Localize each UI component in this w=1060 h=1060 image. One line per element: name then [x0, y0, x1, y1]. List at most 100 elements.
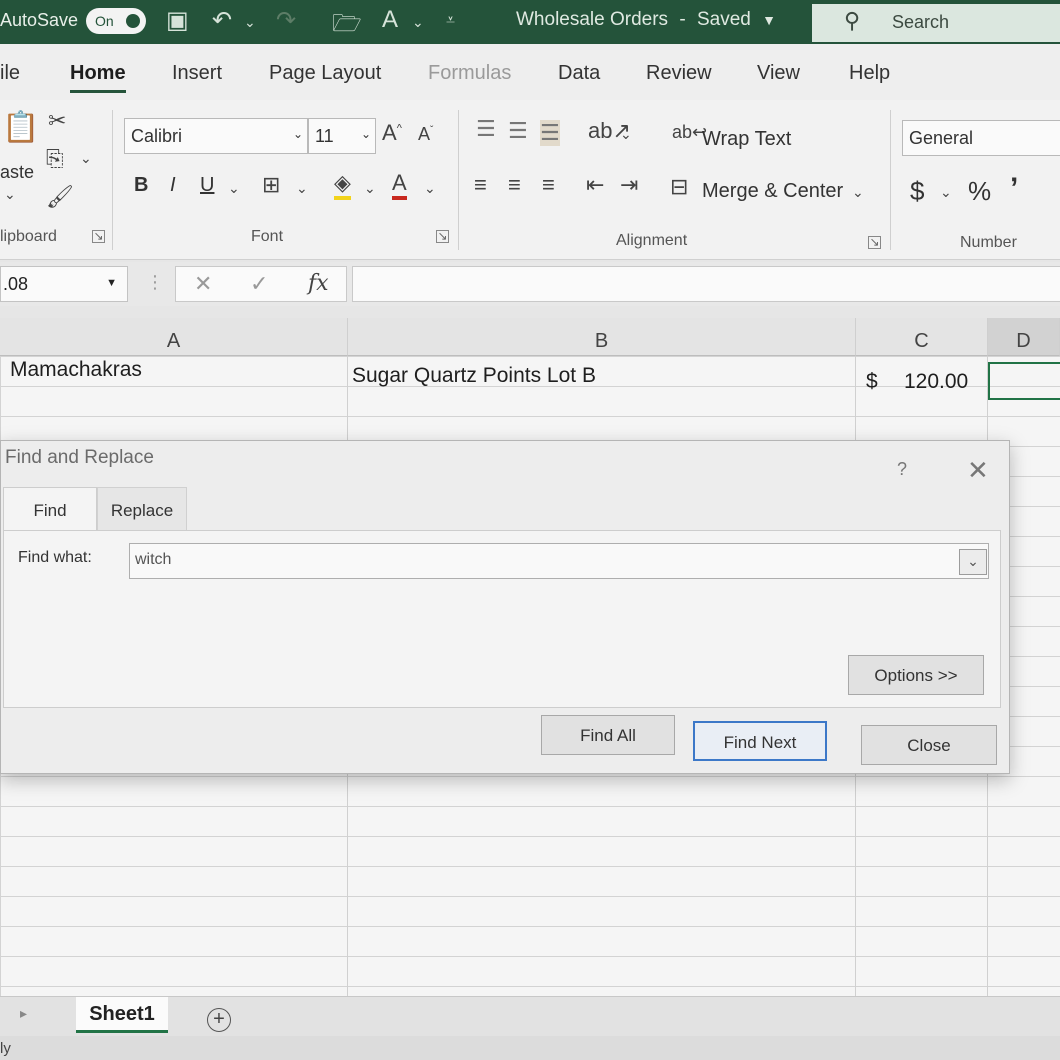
- sheet-tab-sheet1[interactable]: Sheet1: [76, 997, 168, 1033]
- tab-page-layout[interactable]: Page Layout: [269, 62, 381, 85]
- document-title[interactable]: Wholesale Orders - Saved ▼: [516, 9, 776, 31]
- toggle-knob-icon: [126, 14, 140, 28]
- document-name: Wholesale Orders: [516, 9, 669, 30]
- find-all-button[interactable]: Find All: [541, 715, 675, 755]
- cancel-icon[interactable]: ✕: [194, 271, 212, 297]
- column-header-b[interactable]: B: [348, 318, 856, 356]
- search-box[interactable]: ⚲ Search: [812, 4, 1060, 42]
- font-size-select[interactable]: 11 ⌄: [308, 118, 376, 154]
- align-top-icon[interactable]: ☰: [476, 116, 496, 142]
- name-box[interactable]: .08 ▼: [0, 266, 128, 302]
- column-header-c[interactable]: C: [856, 318, 988, 356]
- merge-center-button[interactable]: Merge & Center: [702, 180, 843, 203]
- column-header-a[interactable]: A: [0, 318, 348, 356]
- currency-dropdown-icon[interactable]: ⌄: [940, 184, 952, 201]
- tab-review[interactable]: Review: [646, 62, 712, 85]
- tab-replace[interactable]: Replace: [97, 487, 187, 531]
- copy-dropdown-icon[interactable]: ⌄: [80, 150, 92, 167]
- ribbon: 📋 aste ⌄ ✂ ⎘ ⌄ 🖌 lipboard ↘ Calibri ⌄ 11…: [0, 100, 1060, 260]
- format-painter-icon[interactable]: 🖌: [46, 184, 74, 210]
- decrease-font-icon[interactable]: Aˇ: [418, 124, 433, 145]
- tab-insert[interactable]: Insert: [172, 62, 222, 85]
- autosave-state: On: [95, 13, 114, 29]
- align-bottom-icon[interactable]: ☰: [540, 120, 560, 146]
- cell-b1[interactable]: Sugar Quartz Points Lot B: [352, 364, 596, 388]
- find-what-input[interactable]: witch ⌄: [129, 543, 989, 579]
- clipboard-launcher-icon[interactable]: ↘: [92, 230, 105, 243]
- font-launcher-icon[interactable]: ↘: [436, 230, 449, 243]
- options-button[interactable]: Options >>: [848, 655, 984, 695]
- tab-data[interactable]: Data: [558, 62, 600, 85]
- cut-icon[interactable]: ✂: [48, 108, 66, 134]
- tab-file[interactable]: ile: [0, 62, 20, 85]
- cell-c1-value[interactable]: 120.00: [904, 370, 968, 394]
- help-icon[interactable]: ?: [897, 459, 907, 480]
- column-header-d[interactable]: D: [988, 318, 1060, 356]
- selected-cell-d1[interactable]: [988, 362, 1060, 400]
- tab-help[interactable]: Help: [849, 62, 890, 85]
- paste-icon[interactable]: 📋: [2, 110, 39, 145]
- align-right-icon[interactable]: ≡: [542, 172, 555, 198]
- insert-function-icon[interactable]: fx: [308, 271, 329, 296]
- align-middle-icon[interactable]: ☰: [508, 118, 528, 144]
- orientation-dropdown-icon[interactable]: ⌄: [620, 126, 632, 143]
- add-sheet-icon[interactable]: +: [207, 1008, 231, 1032]
- scroll-sheets-left-icon[interactable]: ▸: [20, 1005, 27, 1022]
- number-format-select[interactable]: General: [902, 120, 1060, 156]
- formula-bar: .08 ▼ ⋮ ✕ ✓ fx: [0, 262, 1060, 306]
- search-icon: ⚲: [844, 8, 861, 33]
- italic-button[interactable]: I: [170, 174, 176, 197]
- merge-dropdown-icon[interactable]: ⌄: [852, 184, 864, 201]
- open-folder-icon[interactable]: 🗁: [332, 6, 362, 47]
- cell-a1[interactable]: Mamachakras: [10, 358, 142, 382]
- save-icon[interactable]: ▣: [166, 6, 189, 35]
- quick-dropdown-icon[interactable]: ⌄: [412, 14, 424, 31]
- underline-button[interactable]: U: [200, 174, 214, 197]
- tab-home[interactable]: Home: [70, 62, 126, 93]
- font-color-icon[interactable]: A: [392, 170, 407, 200]
- enter-icon[interactable]: ✓: [250, 271, 268, 297]
- tab-formulas[interactable]: Formulas: [428, 62, 511, 85]
- tab-view[interactable]: View: [757, 62, 800, 85]
- formula-bar-grip-icon: ⋮: [146, 272, 164, 292]
- borders-icon[interactable]: ⊞: [262, 172, 280, 198]
- alignment-launcher-icon[interactable]: ↘: [868, 236, 881, 249]
- close-icon[interactable]: ✕: [967, 455, 989, 486]
- paste-dropdown-icon[interactable]: ⌄: [4, 186, 16, 203]
- find-next-button[interactable]: Find Next: [693, 721, 827, 761]
- align-left-icon[interactable]: ≡: [474, 172, 487, 198]
- font-color-quick-icon[interactable]: A: [382, 6, 398, 34]
- fill-color-icon[interactable]: ◈: [334, 170, 351, 200]
- fill-color-dropdown-icon[interactable]: ⌄: [364, 180, 376, 197]
- number-group-label: Number: [960, 234, 1017, 251]
- chevron-down-icon[interactable]: ⌄: [959, 549, 987, 575]
- percent-button[interactable]: %: [968, 176, 991, 207]
- increase-indent-icon[interactable]: ⇥: [620, 172, 638, 198]
- cell-c1-currency[interactable]: $: [866, 370, 878, 394]
- close-button[interactable]: Close: [861, 725, 997, 765]
- tab-find[interactable]: Find: [3, 487, 97, 531]
- ribbon-separator: [112, 110, 113, 250]
- underline-dropdown-icon[interactable]: ⌄: [228, 180, 240, 197]
- align-center-icon[interactable]: ≡: [508, 172, 521, 198]
- copy-icon[interactable]: ⎘: [46, 146, 64, 172]
- font-group-label: Font: [251, 228, 284, 245]
- increase-font-icon[interactable]: A^: [382, 120, 402, 146]
- bold-button[interactable]: B: [134, 174, 148, 197]
- formula-input[interactable]: [352, 266, 1060, 302]
- comma-style-button[interactable]: ’: [1010, 172, 1018, 206]
- borders-dropdown-icon[interactable]: ⌄: [296, 180, 308, 197]
- wrap-text-button[interactable]: Wrap Text: [702, 128, 791, 151]
- alignment-group-label: Alignment: [616, 232, 688, 249]
- customize-toolbar-icon[interactable]: ⩡: [446, 12, 455, 30]
- paste-label[interactable]: aste: [0, 162, 34, 183]
- font-family-select[interactable]: Calibri ⌄: [124, 118, 308, 154]
- autosave-toggle[interactable]: On: [86, 8, 146, 34]
- currency-button[interactable]: $: [910, 176, 924, 207]
- merge-center-icon[interactable]: ⊟: [670, 174, 688, 200]
- name-box-dropdown-icon: ▼: [106, 277, 117, 289]
- decrease-indent-icon[interactable]: ⇤: [586, 172, 604, 198]
- undo-dropdown-icon[interactable]: ⌄: [244, 14, 256, 31]
- font-color-dropdown-icon[interactable]: ⌄: [424, 180, 436, 197]
- undo-icon[interactable]: ↶: [212, 6, 232, 35]
